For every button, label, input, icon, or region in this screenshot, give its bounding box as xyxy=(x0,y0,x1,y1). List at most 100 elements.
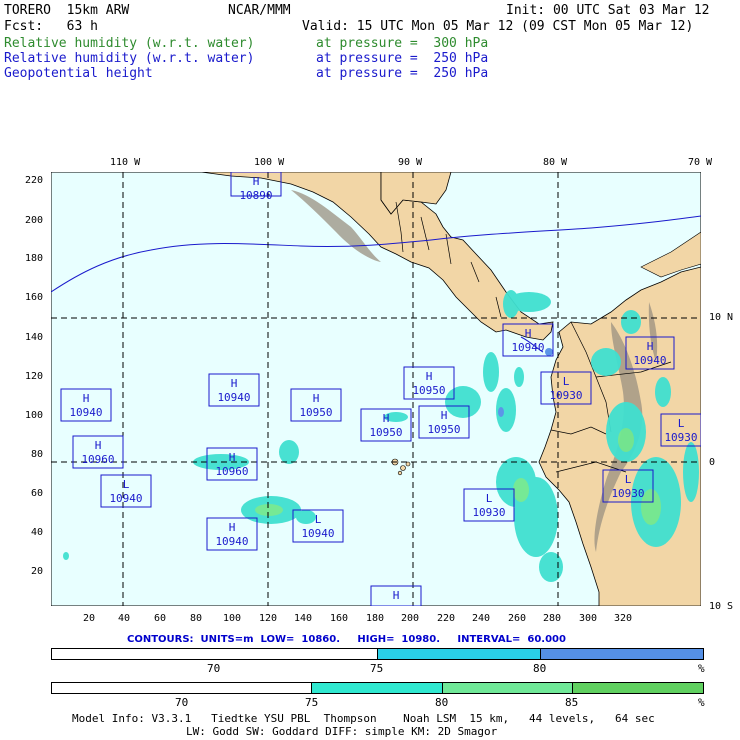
center-name: NCAR/MMM xyxy=(228,3,291,18)
y-tick: 120 xyxy=(25,371,44,382)
center-value: 10930 xyxy=(472,506,505,519)
x-tick: 240 xyxy=(472,613,491,624)
x-tick: 160 xyxy=(330,613,349,624)
colorbar-label: 80 xyxy=(533,662,547,675)
field-2-name: Relative humidity (w.r.t. water) xyxy=(4,51,255,66)
x-tick: 20 xyxy=(83,613,96,624)
colorbar-segment xyxy=(377,649,541,659)
center-type: L xyxy=(123,478,130,491)
center-value: 10940 xyxy=(217,391,250,404)
center-type: H xyxy=(231,377,238,390)
center-value: 10950 xyxy=(299,406,332,419)
colorbar-label: 75 xyxy=(305,696,319,709)
colorbar-unit: % xyxy=(698,662,705,675)
colorbar-segment xyxy=(312,683,443,693)
center-type: H xyxy=(229,521,236,534)
x-tick: 60 xyxy=(154,613,167,624)
center-value: 10930 xyxy=(611,487,644,500)
y-tick: 100 xyxy=(25,410,44,421)
center-value: 10960 xyxy=(215,465,248,478)
x-tick: 40 xyxy=(118,613,131,624)
y-tick: 160 xyxy=(25,292,44,303)
center-type: L xyxy=(625,473,632,486)
center-value: 10940 xyxy=(301,527,334,540)
x-tick: 220 xyxy=(437,613,456,624)
center-type: H xyxy=(647,340,654,353)
field-1-name: Relative humidity (w.r.t. water) xyxy=(4,36,255,51)
x-tick: 120 xyxy=(259,613,278,624)
field-1-level: at pressure = 300 hPa xyxy=(316,36,489,51)
lat-label: 0 xyxy=(709,457,716,468)
init-time: Init: 00 UTC Sat 03 Mar 12 xyxy=(506,3,710,18)
center-value: 10950 xyxy=(427,423,460,436)
y-tick: 60 xyxy=(31,488,44,499)
center-type: H xyxy=(441,409,448,422)
lon-label: 110 W xyxy=(110,157,141,168)
model-name: TORERO 15km ARW xyxy=(4,3,130,18)
center-type: H xyxy=(313,392,320,405)
center-value: 10940 xyxy=(109,492,142,505)
y-tick: 20 xyxy=(31,566,44,577)
colorbar-segment xyxy=(52,649,378,659)
center-type: H xyxy=(383,412,390,425)
colorbar-segment xyxy=(540,649,703,659)
physics-info: LW: Godd SW: Goddard DIFF: simple KM: 2D… xyxy=(186,725,498,738)
center-type: H xyxy=(95,439,102,452)
center-type: H xyxy=(426,370,433,383)
x-tick: 260 xyxy=(508,613,527,624)
center-type: H xyxy=(83,392,90,405)
field-3-level: at pressure = 250 hPa xyxy=(316,66,489,81)
center-type: H xyxy=(229,451,236,464)
center-value: 10930 xyxy=(549,389,582,402)
colorbar-label: 85 xyxy=(565,696,579,709)
center-value: 10950 xyxy=(412,384,445,397)
center-value: 10950 xyxy=(369,426,402,439)
colorbar-rh-300 xyxy=(51,682,704,694)
y-tick: 180 xyxy=(25,253,44,264)
center-value: 10930 xyxy=(664,431,697,444)
x-tick: 180 xyxy=(366,613,385,624)
lat-label: 10 N xyxy=(709,312,734,323)
forecast-hour: Fcst: 63 h xyxy=(4,19,98,34)
x-tick: 200 xyxy=(401,613,420,624)
lat-label: 10 S xyxy=(709,601,734,612)
center-value: 10940 xyxy=(633,354,666,367)
x-tick: 320 xyxy=(614,613,633,624)
y-tick: 200 xyxy=(25,215,44,226)
colorbar-rh-250 xyxy=(51,648,704,660)
y-tick: 80 xyxy=(31,449,44,460)
x-tick: 100 xyxy=(223,613,242,624)
center-type: L xyxy=(315,513,322,526)
y-tick: 140 xyxy=(25,332,44,343)
center-value: 10940 xyxy=(511,341,544,354)
center-type: L xyxy=(563,375,570,388)
x-tick: 140 xyxy=(294,613,313,624)
colorbar-label: 70 xyxy=(207,662,221,675)
valid-time: Valid: 15 UTC Mon 05 Mar 12 (09 CST Mon … xyxy=(302,19,694,34)
colorbar-label: 80 xyxy=(435,696,449,709)
center-type: H xyxy=(525,327,532,340)
model-info: Model Info: V3.3.1 Tiedtke YSU PBL Thomp… xyxy=(72,712,655,725)
weather-map[interactable]: H10890H10940H10940 H10950H10950H10950H109… xyxy=(51,172,701,606)
field-2-level: at pressure = 250 hPa xyxy=(316,51,489,66)
field-3-name: Geopotential height xyxy=(4,66,153,81)
colorbar-segment xyxy=(442,683,574,693)
colorbar-segment xyxy=(573,683,703,693)
center-type: H xyxy=(393,589,400,602)
center-type: H xyxy=(253,175,260,188)
lon-label: 70 W xyxy=(688,157,713,168)
center-type: L xyxy=(678,417,685,430)
x-tick: 300 xyxy=(579,613,598,624)
center-type: L xyxy=(486,492,493,505)
lon-label: 80 W xyxy=(543,157,568,168)
center-value: 10940 xyxy=(69,406,102,419)
lon-label: 100 W xyxy=(254,157,285,168)
x-tick: 80 xyxy=(190,613,203,624)
colorbar-segment xyxy=(52,683,313,693)
colorbar-label: 70 xyxy=(175,696,189,709)
x-tick: 280 xyxy=(543,613,562,624)
y-tick: 40 xyxy=(31,527,44,538)
center-value: 10940 xyxy=(215,535,248,548)
center-value: 10890 xyxy=(239,189,272,202)
colorbar-label: 75 xyxy=(370,662,384,675)
